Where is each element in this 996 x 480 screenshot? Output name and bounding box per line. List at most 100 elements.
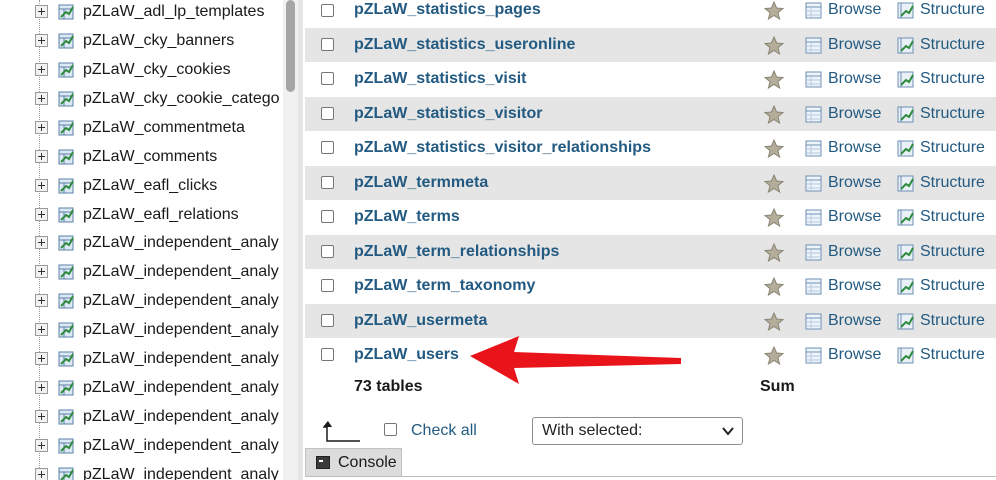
structure-link[interactable]: Structure xyxy=(897,243,985,261)
sidebar-table-item[interactable]: pZLaW_comments xyxy=(34,142,284,171)
sidebar-table-item[interactable]: pZLaW_independent_analy xyxy=(34,431,284,460)
browse-link[interactable]: Browse xyxy=(805,70,881,88)
star-icon[interactable] xyxy=(764,346,784,366)
expand-plus-icon[interactable] xyxy=(35,236,48,249)
browse-label: Browse xyxy=(828,277,882,294)
row-checkbox[interactable] xyxy=(321,314,334,327)
browse-link[interactable]: Browse xyxy=(805,36,881,54)
row-checkbox[interactable] xyxy=(321,348,334,361)
table-name-link[interactable]: pZLaW_termmeta xyxy=(354,174,488,192)
expand-plus-icon[interactable] xyxy=(35,468,48,480)
row-checkbox[interactable] xyxy=(321,279,334,292)
star-icon[interactable] xyxy=(764,1,784,21)
structure-link[interactable]: Structure xyxy=(897,208,985,226)
table-name-link[interactable]: pZLaW_terms xyxy=(354,208,460,226)
sidebar-table-item[interactable]: pZLaW_independent_analy xyxy=(34,228,284,257)
table-icon xyxy=(58,62,74,77)
expand-plus-icon[interactable] xyxy=(35,439,48,452)
star-icon[interactable] xyxy=(764,312,784,332)
star-icon[interactable] xyxy=(764,277,784,297)
sidebar-table-item[interactable]: pZLaW_independent_analy xyxy=(34,286,284,315)
star-icon[interactable] xyxy=(764,139,784,159)
structure-link[interactable]: Structure xyxy=(897,36,985,54)
expand-plus-icon[interactable] xyxy=(35,121,48,134)
structure-link[interactable]: Structure xyxy=(897,105,985,123)
structure-link[interactable]: Structure xyxy=(897,70,985,88)
star-icon[interactable] xyxy=(764,174,784,194)
sidebar-scroll-thumb[interactable] xyxy=(286,0,295,92)
row-checkbox[interactable] xyxy=(321,107,334,120)
table-name-link[interactable]: pZLaW_statistics_visitor xyxy=(354,105,543,123)
table-name-link[interactable]: pZLaW_statistics_useronline xyxy=(354,36,575,54)
sidebar-table-item[interactable]: pZLaW_commentmeta xyxy=(34,113,284,142)
row-checkbox[interactable] xyxy=(321,176,334,189)
with-selected-dropdown[interactable]: With selected: xyxy=(532,417,743,445)
sidebar-table-item[interactable]: pZLaW_independent_analy xyxy=(34,315,284,344)
sidebar-table-item[interactable]: pZLaW_independent_analy xyxy=(34,257,284,286)
structure-link[interactable]: Structure xyxy=(897,139,985,157)
check-all-checkbox[interactable] xyxy=(384,423,397,436)
expand-plus-icon[interactable] xyxy=(35,34,48,47)
sidebar-table-item[interactable]: pZLaW_cky_cookie_catego xyxy=(34,84,284,113)
console-tab[interactable]: Console xyxy=(305,448,402,476)
browse-link[interactable]: Browse xyxy=(805,208,881,226)
table-name-link[interactable]: pZLaW_users xyxy=(354,346,459,364)
row-checkbox[interactable] xyxy=(321,210,334,223)
sidebar-table-item[interactable]: pZLaW_independent_analy xyxy=(34,344,284,373)
expand-plus-icon[interactable] xyxy=(35,208,48,221)
structure-link[interactable]: Structure xyxy=(897,346,985,364)
panel-divider[interactable] xyxy=(298,0,303,480)
browse-link[interactable]: Browse xyxy=(805,139,881,157)
table-name-link[interactable]: pZLaW_term_relationships xyxy=(354,243,559,261)
sidebar-table-item[interactable]: pZLaW_adl_lp_templates xyxy=(34,0,284,26)
table-name-link[interactable]: pZLaW_statistics_visit xyxy=(354,70,527,88)
expand-plus-icon[interactable] xyxy=(35,150,48,163)
browse-label: Browse xyxy=(828,312,882,329)
star-icon[interactable] xyxy=(764,36,784,56)
table-icon xyxy=(58,33,74,48)
sidebar-table-item[interactable]: pZLaW_cky_cookies xyxy=(34,55,284,84)
expand-plus-icon[interactable] xyxy=(35,323,48,336)
expand-plus-icon[interactable] xyxy=(35,179,48,192)
browse-link[interactable]: Browse xyxy=(805,312,881,330)
expand-plus-icon[interactable] xyxy=(35,294,48,307)
structure-link[interactable]: Structure xyxy=(897,277,985,295)
table-name-link[interactable]: pZLaW_statistics_pages xyxy=(354,1,541,19)
sidebar-table-item[interactable]: pZLaW_eafl_clicks xyxy=(34,171,284,200)
expand-plus-icon[interactable] xyxy=(35,352,48,365)
sidebar-table-item[interactable]: pZLaW_cky_banners xyxy=(34,26,284,55)
table-row: pZLaW_termmeta Browse Structure xyxy=(305,166,996,200)
expand-plus-icon[interactable] xyxy=(35,5,48,18)
star-icon[interactable] xyxy=(764,70,784,90)
browse-link[interactable]: Browse xyxy=(805,243,881,261)
expand-plus-icon[interactable] xyxy=(35,63,48,76)
star-icon[interactable] xyxy=(764,243,784,263)
sidebar-table-item[interactable]: pZLaW_eafl_relations xyxy=(34,200,284,229)
browse-link[interactable]: Browse xyxy=(805,346,881,364)
expand-plus-icon[interactable] xyxy=(35,92,48,105)
browse-link[interactable]: Browse xyxy=(805,174,881,192)
table-name-link[interactable]: pZLaW_statistics_visitor_relationships xyxy=(354,139,651,157)
star-icon[interactable] xyxy=(764,208,784,228)
structure-link[interactable]: Structure xyxy=(897,1,985,19)
sidebar-table-item[interactable]: pZLaW_independent_analy xyxy=(34,373,284,402)
expand-plus-icon[interactable] xyxy=(35,265,48,278)
row-checkbox[interactable] xyxy=(321,141,334,154)
sidebar-table-item[interactable]: pZLaW_independent_analy xyxy=(34,460,284,480)
row-checkbox[interactable] xyxy=(321,245,334,258)
browse-link[interactable]: Browse xyxy=(805,277,881,295)
row-checkbox[interactable] xyxy=(321,72,334,85)
browse-link[interactable]: Browse xyxy=(805,1,881,19)
row-checkbox[interactable] xyxy=(321,38,334,51)
star-icon[interactable] xyxy=(764,105,784,125)
table-name-link[interactable]: pZLaW_term_taxonomy xyxy=(354,277,535,295)
browse-link[interactable]: Browse xyxy=(805,105,881,123)
table-name-link[interactable]: pZLaW_usermeta xyxy=(354,312,487,330)
structure-link[interactable]: Structure xyxy=(897,174,985,192)
expand-plus-icon[interactable] xyxy=(35,410,48,423)
structure-link[interactable]: Structure xyxy=(897,312,985,330)
sidebar-table-item[interactable]: pZLaW_independent_analy xyxy=(34,402,284,431)
expand-plus-icon[interactable] xyxy=(35,381,48,394)
check-all-link[interactable]: Check all xyxy=(411,422,477,440)
row-checkbox[interactable] xyxy=(321,4,334,17)
